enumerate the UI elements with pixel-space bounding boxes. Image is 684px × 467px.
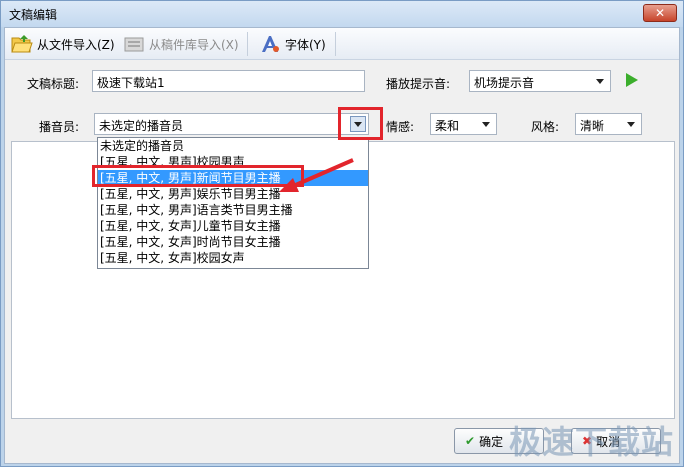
prompt-sound-value: 机场提示音	[474, 76, 535, 90]
dropdown-option[interactable]: [五星, 中文, 女声]儿童节目女主播	[98, 218, 368, 234]
highlight-box-dropdown	[338, 107, 383, 140]
font-icon	[262, 36, 279, 52]
dropdown-option[interactable]: [五星, 中文, 女声]校园女声	[98, 250, 368, 266]
annotation-arrow-icon	[279, 158, 354, 192]
announcer-label: 播音员:	[39, 120, 80, 134]
import-file-label: 从文件导入(Z)	[37, 37, 115, 52]
style-select[interactable]: 清晰	[575, 113, 642, 135]
import-library-label: 从稿件库导入(X)	[149, 37, 239, 52]
window-title: 文稿编辑	[9, 8, 58, 22]
import-library-button[interactable]: 从稿件库导入(X)	[119, 32, 243, 56]
highlight-box-option	[92, 165, 304, 187]
font-label: 字体(Y)	[285, 37, 326, 52]
dropdown-option[interactable]: 未选定的播音员	[98, 138, 368, 154]
chevron-down-icon	[592, 73, 608, 89]
toolbar-separator	[247, 32, 248, 56]
announcer-select[interactable]: 未选定的播音员	[94, 113, 369, 135]
announcer-value: 未选定的播音员	[99, 119, 184, 133]
title-bar: 文稿编辑 ✕	[1, 1, 683, 27]
play-icon[interactable]	[626, 73, 638, 87]
close-button[interactable]: ✕	[643, 4, 677, 22]
chevron-down-icon	[623, 116, 639, 132]
dialog-window: 文稿编辑 ✕ 从文件导入(Z) 从稿件库导入(X) 字体(Y) 文稿标题: 极速…	[0, 0, 684, 467]
emotion-label: 情感:	[386, 120, 415, 134]
toolbar-separator	[335, 32, 336, 56]
dialog-client: 从文件导入(Z) 从稿件库导入(X) 字体(Y) 文稿标题: 极速下载站1 播放…	[4, 27, 680, 464]
library-icon	[124, 37, 144, 52]
folder-open-icon	[11, 35, 33, 53]
import-file-button[interactable]: 从文件导入(Z)	[7, 32, 119, 56]
watermark-text: 极速下载站	[509, 423, 675, 461]
emotion-select[interactable]: 柔和	[430, 113, 497, 135]
prompt-sound-label: 播放提示音:	[386, 77, 451, 91]
chevron-down-icon	[478, 116, 494, 132]
emotion-value: 柔和	[435, 119, 460, 133]
title-input[interactable]: 极速下载站1	[92, 70, 365, 92]
title-label: 文稿标题:	[27, 77, 80, 91]
prompt-sound-select[interactable]: 机场提示音	[469, 70, 611, 92]
check-icon: ✔	[465, 434, 476, 448]
dropdown-option[interactable]: [五星, 中文, 女声]时尚节目女主播	[98, 234, 368, 250]
dropdown-option[interactable]: [五星, 中文, 男声]语言类节目男主播	[98, 202, 368, 218]
font-button[interactable]: 字体(Y)	[255, 32, 330, 56]
style-label: 风格:	[531, 120, 560, 134]
announcer-dropdown-list: 未选定的播音员 [五星, 中文, 男声]校园男声 [五星, 中文, 男声]新闻节…	[97, 137, 369, 269]
toolbar: 从文件导入(Z) 从稿件库导入(X) 字体(Y)	[5, 28, 679, 60]
style-value: 清晰	[580, 119, 605, 133]
ok-label: 确定	[479, 434, 504, 449]
